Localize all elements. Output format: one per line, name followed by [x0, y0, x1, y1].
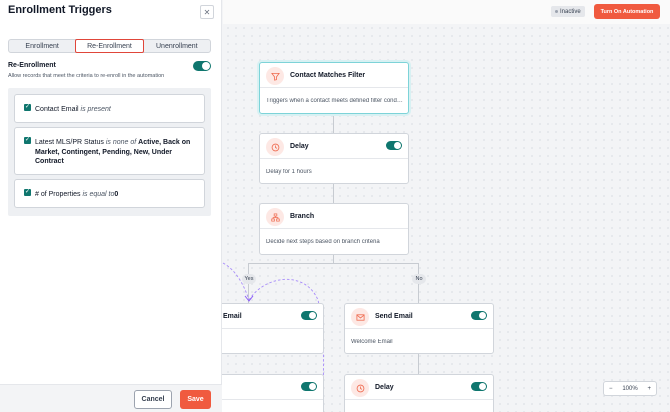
- workflow-node-send-email[interactable]: Send Email Welcome Email: [344, 303, 494, 354]
- node-title: Contact Matches Filter: [290, 72, 366, 79]
- filter-icon: [266, 67, 284, 85]
- connector: [418, 354, 419, 374]
- node-title: Delay: [375, 384, 394, 391]
- checkbox-checked-icon[interactable]: ✓: [24, 137, 31, 144]
- node-enable-toggle[interactable]: [471, 311, 487, 320]
- criteria-value: 0: [114, 191, 119, 198]
- criteria-list: ✓ Contact Email is present ✓ Latest MLS/…: [8, 88, 211, 216]
- zoom-control: − 100% +: [603, 381, 657, 396]
- node-title: Delay: [290, 143, 309, 150]
- mail-icon: [351, 308, 369, 326]
- criteria-operator: is present: [80, 106, 111, 113]
- criteria-item[interactable]: ✓ # of Properties is equal to0: [14, 179, 205, 208]
- criteria-field: Latest MLS/PR Status: [35, 139, 104, 146]
- status-dot-icon: [555, 10, 558, 13]
- criteria-operator: is equal to: [82, 191, 115, 198]
- save-button[interactable]: Save: [180, 390, 211, 409]
- workflow-node-delay[interactable]: Delay Delay for 1 hours: [259, 133, 409, 184]
- tab-enrollment[interactable]: Enrollment: [9, 40, 75, 52]
- node-title: Send Email: [375, 313, 413, 320]
- criteria-field: # of Properties: [35, 191, 81, 198]
- workflow-node-trigger[interactable]: Contact Matches Filter Triggers when a c…: [259, 62, 409, 114]
- close-button[interactable]: ✕: [200, 5, 214, 19]
- re-enrollment-label: Re-Enrollment: [8, 62, 56, 69]
- tab-re-enrollment[interactable]: Re-Enrollment: [75, 39, 144, 53]
- node-title: Email: [223, 313, 242, 320]
- zoom-in-button[interactable]: +: [647, 386, 651, 392]
- node-description: Triggers when a contact meets defined fi…: [266, 98, 404, 104]
- clock-icon: [266, 138, 284, 156]
- clock-icon: [351, 379, 369, 397]
- workflow-node-branch[interactable]: Branch Decide next steps based on branch…: [259, 203, 409, 255]
- branch-icon: [266, 208, 284, 226]
- close-icon: ✕: [203, 7, 211, 17]
- tab-unenrollment[interactable]: Unenrollment: [144, 40, 210, 52]
- branch-yes-label: Yes: [242, 274, 256, 284]
- criteria-field: Contact Email: [35, 106, 79, 113]
- checkbox-checked-icon[interactable]: ✓: [24, 189, 31, 196]
- checkbox-checked-icon[interactable]: ✓: [24, 104, 31, 111]
- enrollment-triggers-panel: Enrollment Triggers ✕ Enrollment Re-Enro…: [0, 0, 222, 412]
- node-enable-toggle[interactable]: [471, 382, 487, 391]
- branch-no-label: No: [412, 274, 426, 284]
- re-enrollment-toggle[interactable]: [193, 61, 211, 71]
- zoom-level: 100%: [622, 385, 638, 392]
- node-title: Branch: [290, 213, 315, 220]
- connector: [333, 184, 334, 203]
- criteria-operator: is none of: [105, 139, 137, 146]
- panel-title: Enrollment Triggers: [8, 4, 112, 16]
- connector: [333, 255, 334, 263]
- node-enable-toggle[interactable]: [386, 141, 402, 150]
- criteria-item[interactable]: ✓ Latest MLS/PR Status is none of Active…: [14, 127, 205, 175]
- re-enrollment-help: Allow records that meet the criteria to …: [8, 73, 165, 79]
- node-description: Decide next steps based on branch criter…: [266, 239, 380, 245]
- status-text: Inactive: [560, 8, 581, 15]
- connector: [248, 263, 419, 264]
- status-badge: Inactive: [551, 6, 585, 17]
- node-enable-toggle[interactable]: [301, 382, 317, 391]
- zoom-out-button[interactable]: −: [609, 386, 613, 392]
- workflow-node-delay[interactable]: Delay: [344, 374, 494, 412]
- node-enable-toggle[interactable]: [301, 311, 317, 320]
- trigger-tabs: Enrollment Re-Enrollment Unenrollment: [8, 39, 211, 53]
- node-description: Welcome Email: [351, 339, 393, 345]
- criteria-item[interactable]: ✓ Contact Email is present: [14, 94, 205, 123]
- cancel-button[interactable]: Cancel: [134, 390, 172, 409]
- node-description: Delay for 1 hours: [266, 169, 312, 175]
- turn-on-automation-button[interactable]: Turn On Automation: [594, 4, 660, 19]
- connector: [333, 114, 334, 133]
